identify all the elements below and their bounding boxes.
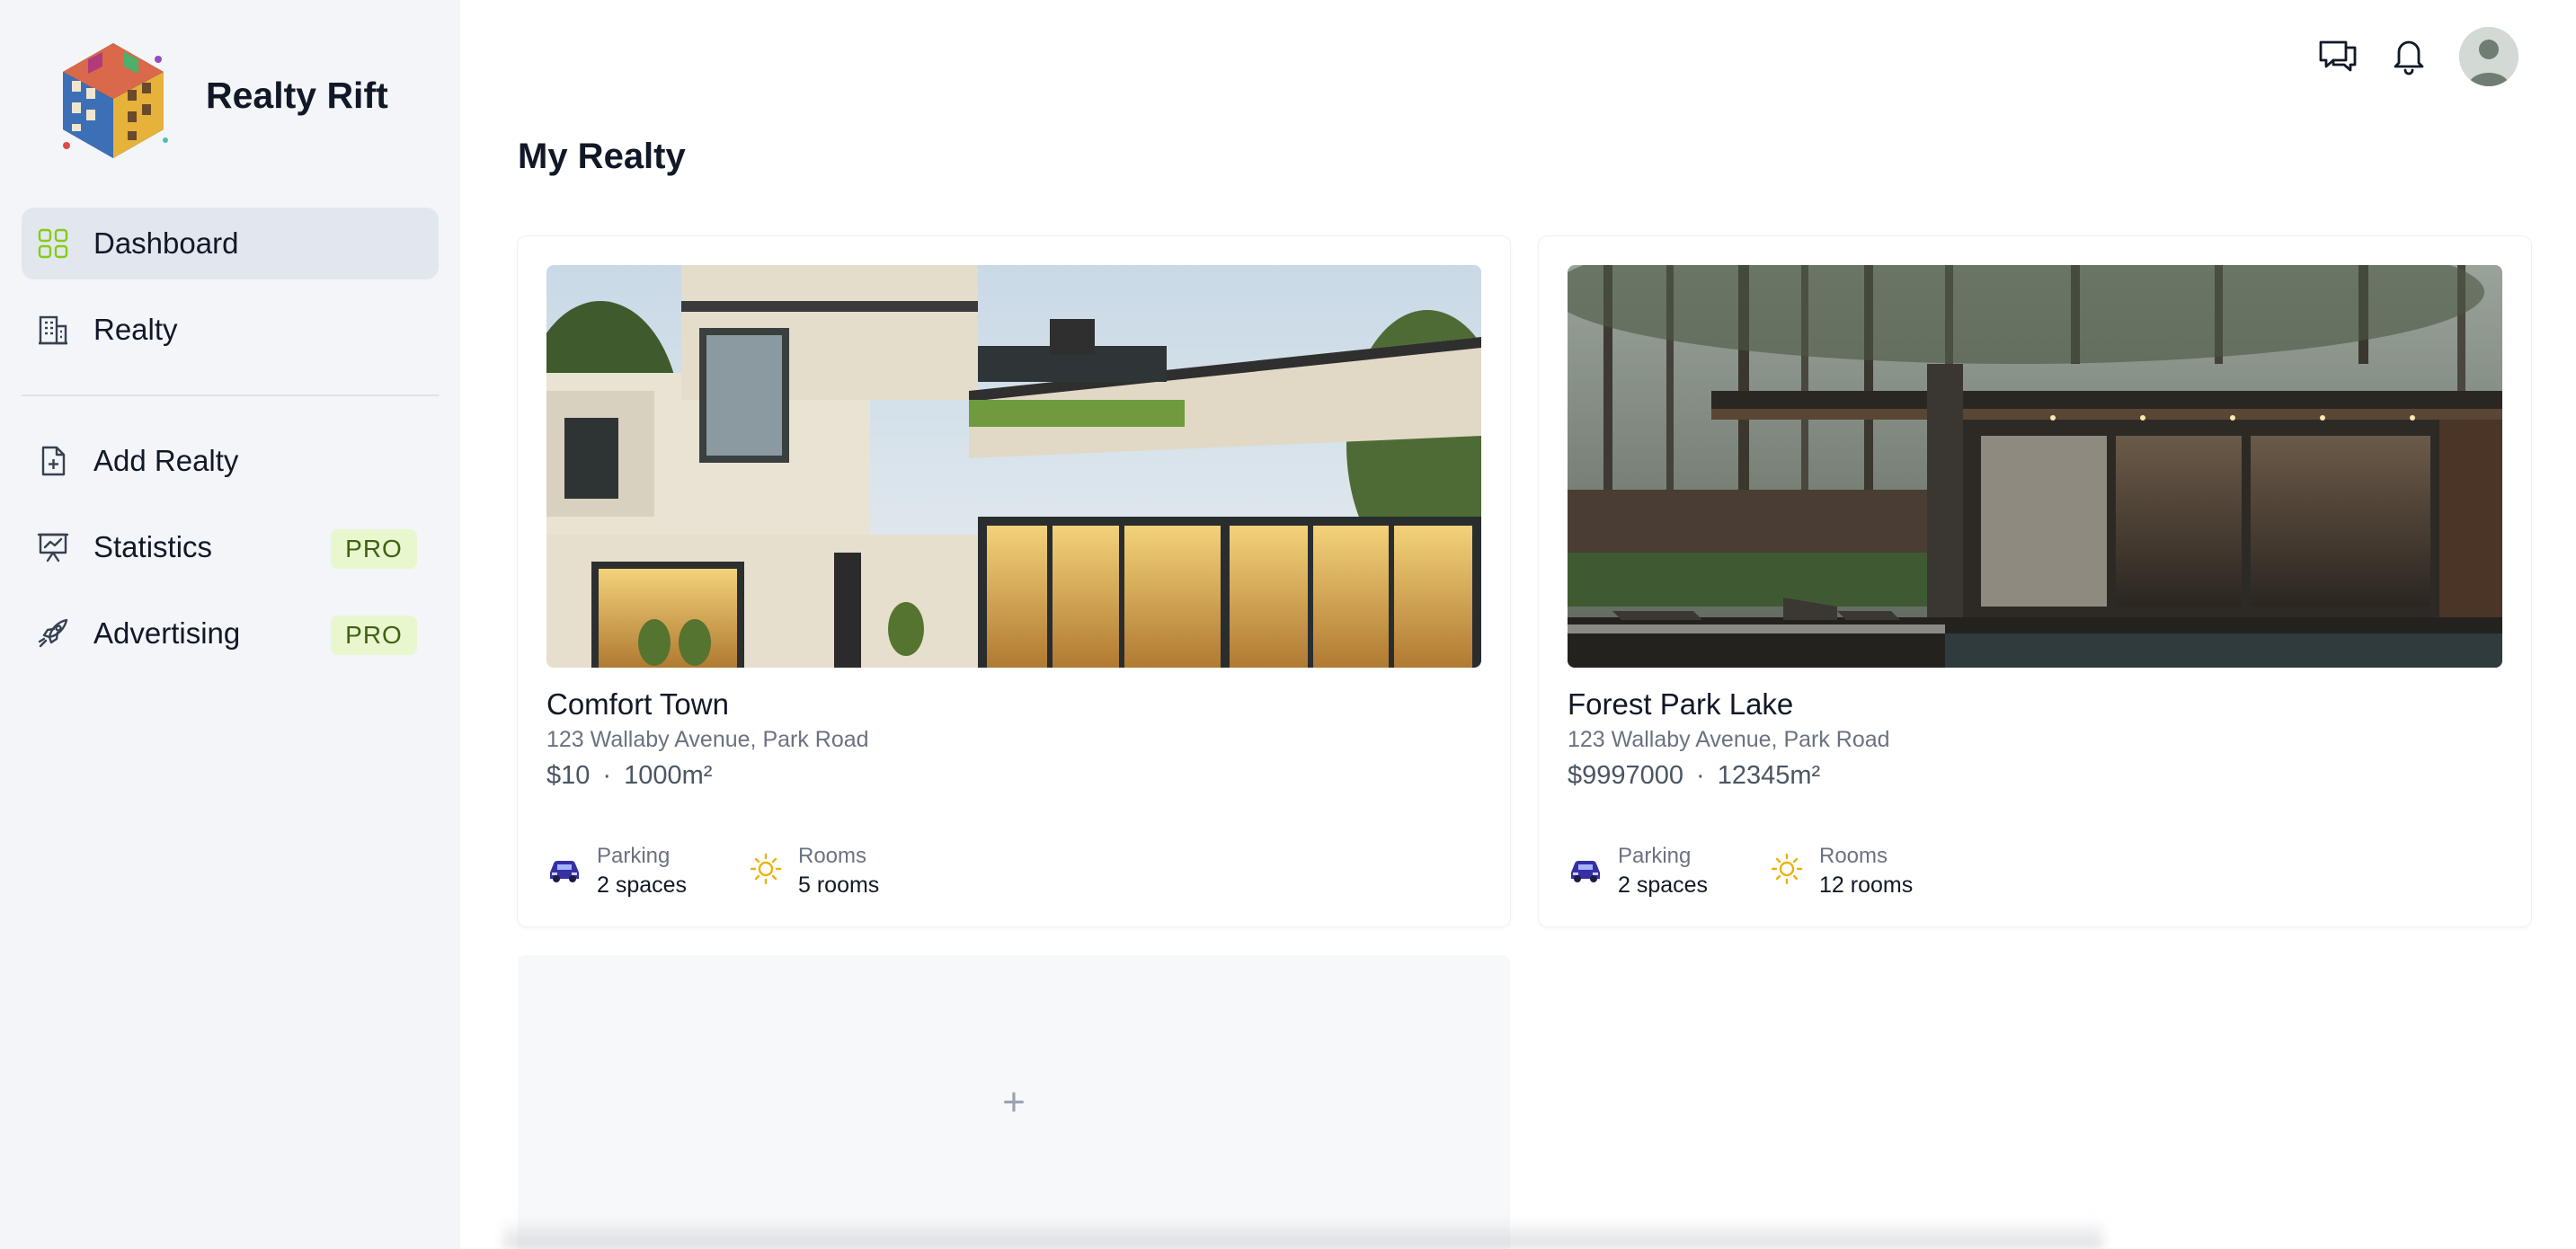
sidebar-item-advertising[interactable]: Advertising PRO — [22, 598, 439, 669]
sidebar-item-label: Add Realty — [93, 444, 239, 477]
sidebar-item-statistics[interactable]: Statistics PRO — [22, 511, 439, 583]
sidebar-item-realty[interactable]: Realty — [22, 294, 439, 366]
meta-separator: · — [602, 761, 612, 790]
chart-board-icon — [37, 533, 69, 562]
property-area: 12345m² — [1717, 761, 1821, 790]
rooms-value: 12 rooms — [1819, 873, 1914, 898]
property-image — [1568, 265, 2502, 668]
pro-badge: PRO — [331, 529, 417, 569]
property-meta: $10 · 1000m² — [546, 761, 712, 791]
property-address: 123 Wallaby Avenue, Park Road — [546, 727, 869, 752]
notifications-button[interactable] — [2380, 27, 2438, 84]
parking-label: Parking — [597, 844, 671, 868]
sidebar-item-label: Realty — [93, 313, 178, 346]
property-price: $9997000 — [1568, 761, 1684, 790]
bell-icon — [2394, 40, 2424, 75]
parking-label: Parking — [1618, 844, 1692, 868]
parking-value: 2 spaces — [597, 873, 688, 898]
realty-card[interactable]: Comfort Town 123 Wallaby Avenue, Park Ro… — [518, 236, 1510, 926]
rooms-label: Rooms — [1819, 844, 1888, 868]
brand[interactable]: Realty Rift — [52, 40, 388, 162]
sidebar-item-label: Dashboard — [93, 226, 239, 260]
sun-icon — [750, 853, 782, 885]
sidebar-item-label: Advertising — [93, 616, 241, 650]
realty-card[interactable]: Forest Park Lake 123 Wallaby Avenue, Par… — [1539, 236, 2531, 926]
rooms-value: 5 rooms — [798, 873, 880, 898]
sidebar-item-label: Statistics — [93, 530, 213, 563]
car-icon — [550, 861, 579, 882]
user-avatar-icon — [2459, 27, 2518, 86]
parking-value: 2 spaces — [1618, 873, 1709, 898]
property-address: 123 Wallaby Avenue, Park Road — [1568, 727, 1890, 752]
property-area: 1000m² — [624, 761, 713, 790]
brand-name: Realty Rift — [206, 75, 388, 116]
plus-icon: + — [1002, 1079, 1026, 1124]
property-image — [546, 265, 1481, 668]
car-icon — [1571, 861, 1600, 882]
pro-badge: PRO — [331, 616, 417, 655]
sidebar: Realty Rift Dashboard Realty Add Realty … — [0, 0, 460, 1249]
property-title: Forest Park Lake — [1568, 687, 1794, 721]
grid-icon — [38, 228, 68, 259]
rocket-icon — [38, 618, 68, 648]
bottom-shadow — [503, 1218, 2103, 1249]
sidebar-divider — [22, 394, 439, 396]
chat-icon — [2319, 40, 2357, 72]
property-price: $10 — [546, 761, 591, 790]
property-title: Comfort Town — [546, 687, 729, 721]
sidebar-item-dashboard[interactable]: Dashboard — [22, 208, 439, 279]
building-cube-logo — [63, 43, 168, 158]
page-title: My Realty — [518, 137, 686, 176]
meta-separator: · — [1696, 761, 1705, 790]
add-realty-card[interactable]: + — [518, 955, 1510, 1249]
file-plus-icon — [41, 446, 66, 476]
rooms-label: Rooms — [798, 844, 867, 868]
user-avatar[interactable] — [2459, 27, 2518, 86]
sidebar-item-add-realty[interactable]: Add Realty — [22, 425, 439, 497]
property-meta: $9997000 · 12345m² — [1568, 761, 1820, 791]
building-icon — [39, 315, 67, 345]
sun-icon — [1771, 853, 1803, 885]
chat-button[interactable] — [2309, 27, 2367, 84]
